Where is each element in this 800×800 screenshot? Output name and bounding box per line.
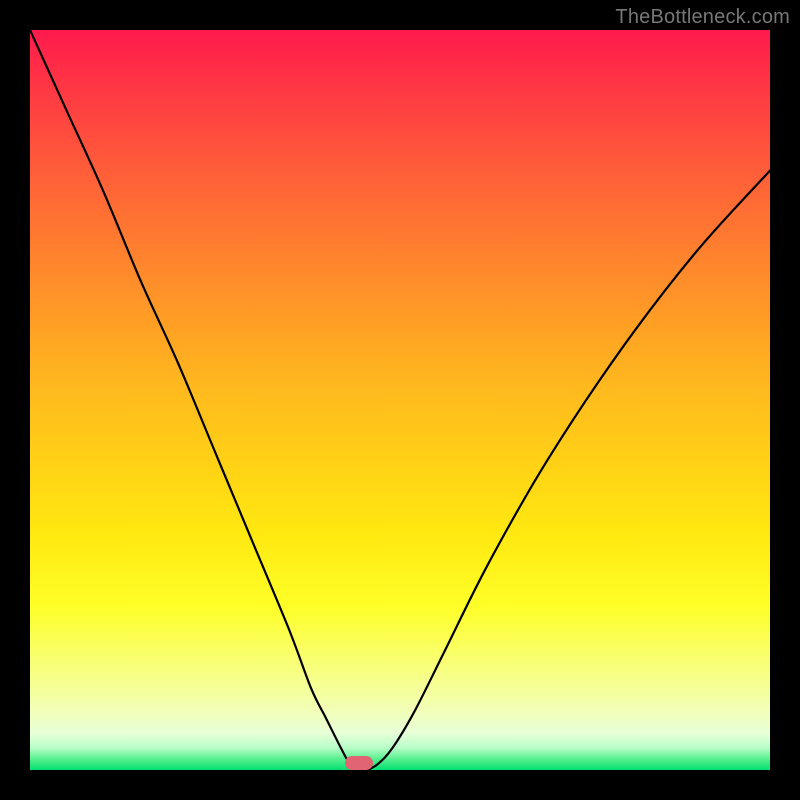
chart-frame: TheBottleneck.com (0, 0, 800, 800)
watermark-text: TheBottleneck.com (615, 6, 790, 29)
curve-svg (30, 30, 770, 770)
optimum-marker (345, 756, 373, 770)
bottleneck-curve (30, 30, 770, 770)
plot-area (30, 30, 770, 770)
